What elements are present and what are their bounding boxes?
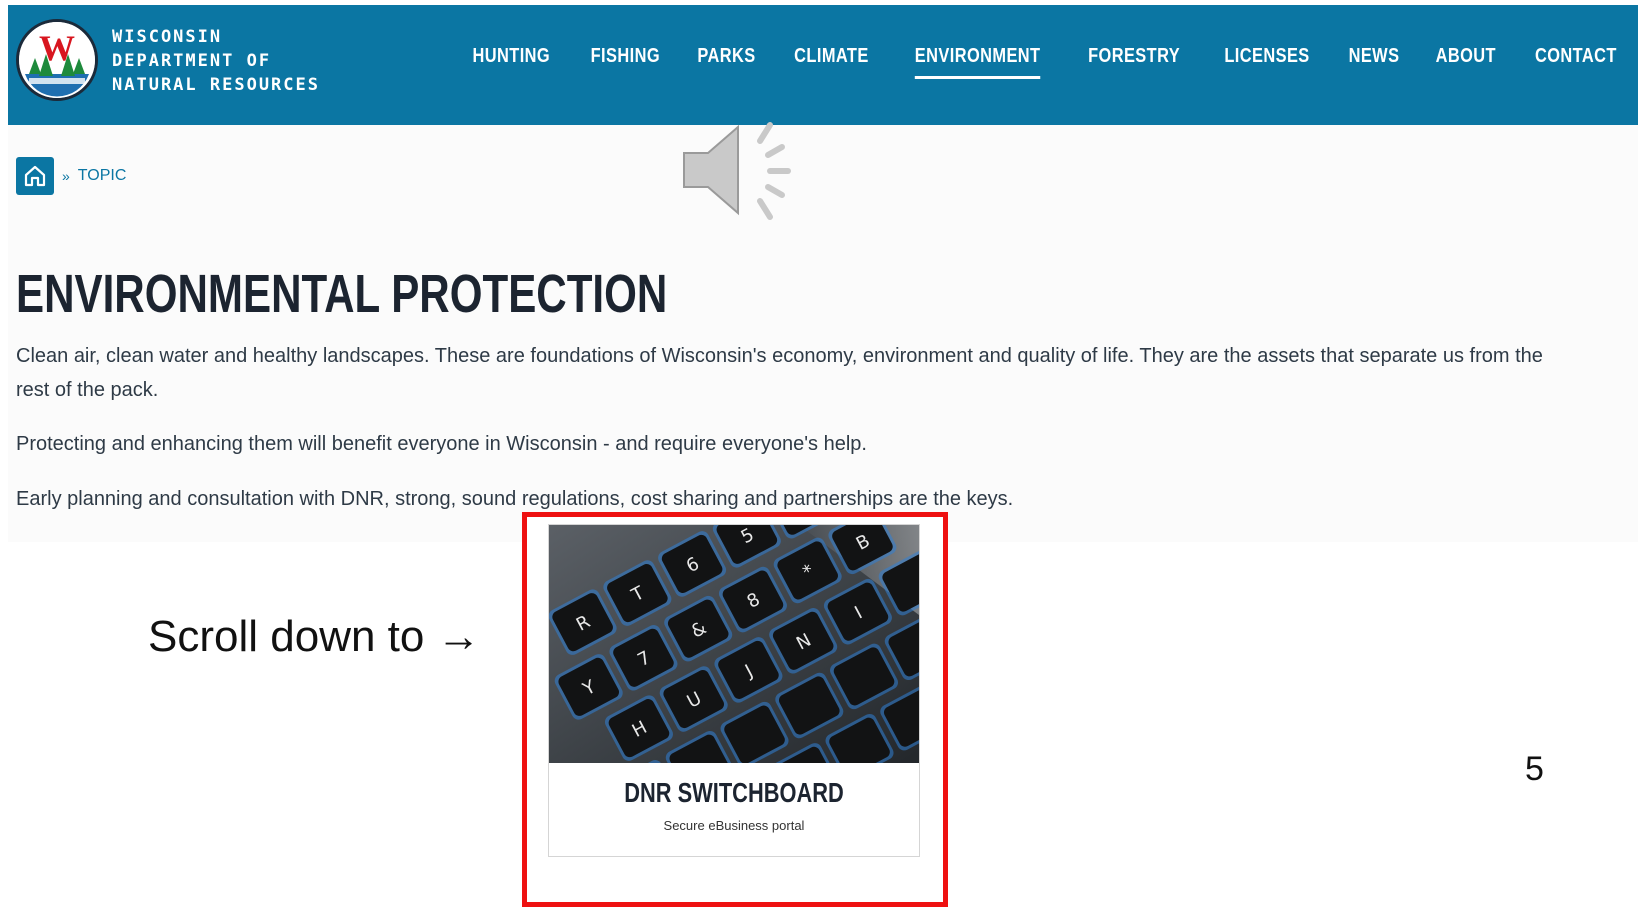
nav-licenses[interactable]: LICENSES bbox=[1224, 45, 1309, 79]
intro-paragraph-2: Protecting and enhancing them will benef… bbox=[16, 433, 867, 455]
card-subtitle: Secure eBusiness portal bbox=[663, 818, 805, 833]
agency-name[interactable]: WISCONSIN DEPARTMENT OF NATURAL RESOURCE… bbox=[112, 25, 320, 97]
nav-environment[interactable]: ENVIRONMENT bbox=[914, 45, 1041, 79]
intro-paragraph-1: Clean air, clean water and healthy lands… bbox=[16, 345, 1543, 401]
dnr-logo-icon: W bbox=[19, 22, 95, 98]
logo-letter: W bbox=[39, 28, 75, 68]
agency-line-2: DEPARTMENT OF bbox=[112, 51, 272, 71]
page-title: ENVIRONMENTAL PROTECTION bbox=[16, 264, 668, 324]
speaker-icon[interactable] bbox=[680, 115, 800, 229]
keyboard-image: RT65FGY7&8*BHUJNI bbox=[549, 525, 919, 763]
nav-parks[interactable]: PARKS bbox=[698, 45, 756, 79]
scroll-hint: Scroll down to → bbox=[148, 612, 481, 661]
card-title: DNR SWITCHBOARD bbox=[624, 777, 844, 808]
breadcrumb-separator: » bbox=[62, 168, 70, 184]
site-header: W WISCONSIN DEPARTMENT OF NATURAL RESOUR… bbox=[8, 5, 1638, 125]
main-nav: HUNTING FISHING PARKS CLIMATE ENVIRONMEN… bbox=[464, 45, 1626, 79]
agency-line-1: WISCONSIN bbox=[112, 27, 223, 47]
home-button[interactable] bbox=[16, 157, 54, 195]
intro-paragraph-3: Early planning and consultation with DNR… bbox=[16, 488, 1014, 510]
dnr-switchboard-card[interactable]: RT65FGY7&8*BHUJNI DNR SWITCHBOARD Secure… bbox=[548, 524, 920, 857]
slide-number: 5 bbox=[1525, 750, 1544, 788]
nav-contact[interactable]: CONTACT bbox=[1535, 45, 1617, 79]
nav-fishing[interactable]: FISHING bbox=[590, 45, 659, 79]
breadcrumb-topic[interactable]: TOPIC bbox=[78, 167, 127, 185]
breadcrumb: » TOPIC bbox=[16, 157, 126, 195]
dnr-logo[interactable]: W bbox=[16, 19, 98, 101]
nav-about[interactable]: ABOUT bbox=[1435, 45, 1495, 79]
agency-line-3: NATURAL RESOURCES bbox=[112, 75, 320, 95]
website-screenshot: W WISCONSIN DEPARTMENT OF NATURAL RESOUR… bbox=[8, 5, 1638, 542]
nav-forestry[interactable]: FORESTRY bbox=[1089, 45, 1181, 79]
home-icon bbox=[24, 165, 46, 187]
nav-news[interactable]: NEWS bbox=[1348, 45, 1399, 79]
nav-hunting[interactable]: HUNTING bbox=[472, 45, 550, 79]
nav-climate[interactable]: CLIMATE bbox=[794, 45, 869, 79]
